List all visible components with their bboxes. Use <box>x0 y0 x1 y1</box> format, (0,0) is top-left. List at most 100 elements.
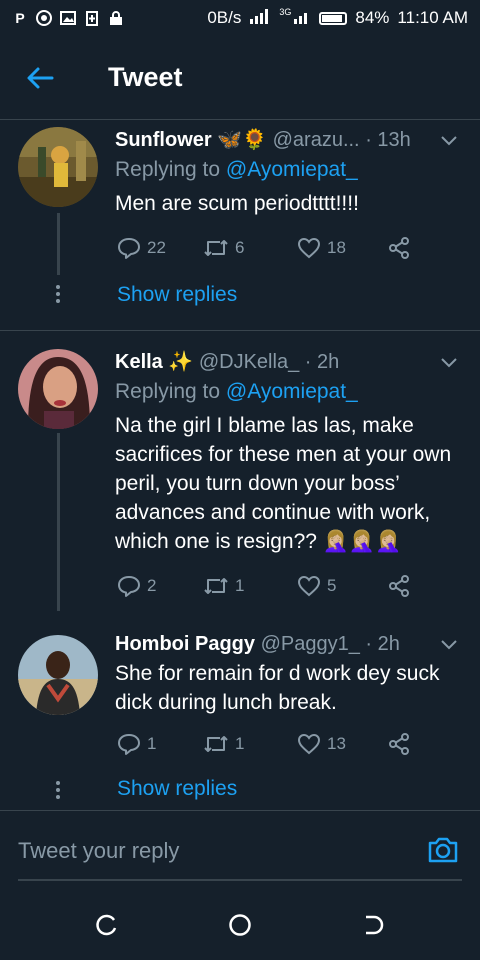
like-count: 13 <box>327 734 346 753</box>
avatar[interactable] <box>18 635 98 715</box>
network-type: 3G <box>279 7 292 17</box>
retweet-count: 1 <box>235 734 245 753</box>
display-name[interactable]: Kella <box>115 351 163 373</box>
reply-count: 22 <box>147 238 166 257</box>
like-button[interactable]: 5 <box>297 575 336 597</box>
replying-to-label: Replying to <box>115 380 221 403</box>
avatar[interactable] <box>18 349 98 429</box>
user-handle[interactable]: @DJKella_ <box>199 351 299 373</box>
thread-dots <box>56 285 61 306</box>
reply-count: 1 <box>147 734 157 753</box>
tweet-header: Homboi Paggy @Paggy1_ · 2h <box>115 629 460 659</box>
p-icon: P <box>15 10 25 26</box>
tweet-actions: 22 6 18 <box>115 233 425 263</box>
like-button[interactable]: 18 <box>297 237 346 259</box>
reply-input[interactable]: Tweet your reply <box>18 831 398 871</box>
like-count: 18 <box>327 238 346 257</box>
reply-button[interactable]: 1 <box>117 733 156 755</box>
name-emojis: ✨ <box>168 351 194 373</box>
page-title: Tweet <box>108 62 183 92</box>
tweet-body: Homboi Paggy @Paggy1_ · 2h She for remai… <box>115 629 460 717</box>
tweet-body: Kella ✨ @DJKella_ · 2h Replying to @Ayom… <box>115 347 460 556</box>
back-nav-icon[interactable] <box>360 912 386 938</box>
name-emojis: 🦋🌻 <box>217 129 268 151</box>
retweet-icon <box>204 578 228 594</box>
replying-to: Replying to @Ayomiepat_ <box>115 155 460 185</box>
tweet-text: She for remain for d work dey suck dick … <box>115 662 440 714</box>
user-handle[interactable]: @Paggy1_ <box>261 633 360 655</box>
replying-to-link[interactable]: @Ayomiepat_ <box>226 380 358 403</box>
top-app-bar: Tweet <box>0 36 480 120</box>
tweet-text: Na the girl I blame las las, make sacrif… <box>115 414 452 553</box>
chevron-down-icon[interactable] <box>440 353 458 371</box>
replying-to-label: Replying to <box>115 158 221 181</box>
battery-percent: 84% <box>355 8 390 27</box>
tweet-homboi-paggy[interactable]: Homboi Paggy @Paggy1_ · 2h She for remai… <box>0 621 480 809</box>
replying-to: Replying to @Ayomiepat_ <box>115 377 460 407</box>
user-handle[interactable]: @arazu... <box>273 129 360 151</box>
show-replies-link[interactable]: Show replies <box>117 777 237 801</box>
retweet-count: 1 <box>235 576 245 595</box>
reply-icon <box>118 238 140 259</box>
retweet-button[interactable]: 1 <box>203 575 244 597</box>
network-speed: 0B/s <box>207 8 242 27</box>
signal-icon <box>249 8 271 29</box>
heart-icon <box>297 733 321 755</box>
tweet-time: · 2h <box>304 351 340 373</box>
chrome-icon <box>36 10 52 26</box>
tweet-header: Kella ✨ @DJKella_ · 2h <box>115 347 460 377</box>
tweet-time: · 2h <box>365 633 400 655</box>
thread-line <box>57 213 60 275</box>
battery-icon <box>319 11 348 25</box>
retweet-icon <box>204 240 228 256</box>
reply-input-underline <box>18 879 462 881</box>
tweet-sunflower[interactable]: Sunflower 🦋🌻 @arazu... · 13h Replying to… <box>0 121 480 329</box>
tweet-actions: 2 1 5 <box>115 571 425 601</box>
reply-button[interactable]: 2 <box>117 575 156 597</box>
back-button[interactable] <box>0 36 80 120</box>
avatar[interactable] <box>18 127 98 207</box>
replying-to-link[interactable]: @Ayomiepat_ <box>226 158 358 181</box>
battery-saver-icon <box>84 10 100 26</box>
share-button[interactable] <box>387 732 411 756</box>
show-replies-link[interactable]: Show replies <box>117 283 237 307</box>
home-icon[interactable] <box>227 912 253 938</box>
share-button[interactable] <box>387 574 411 598</box>
share-button[interactable] <box>387 236 411 260</box>
reply-button[interactable]: 22 <box>117 237 166 259</box>
thread-dots <box>56 781 61 802</box>
recent-apps-icon[interactable] <box>94 912 120 938</box>
display-name[interactable]: Sunflower <box>115 129 212 151</box>
chevron-down-icon[interactable] <box>440 131 458 149</box>
display-name[interactable]: Homboi Paggy <box>115 633 255 655</box>
status-icons-left: P <box>12 10 124 26</box>
chevron-down-icon[interactable] <box>440 635 458 653</box>
signal-icon-2 <box>293 8 311 29</box>
heart-icon <box>297 237 321 259</box>
image-icon <box>60 10 76 26</box>
heart-icon <box>297 575 321 597</box>
tweet-body: Sunflower 🦋🌻 @arazu... · 13h Replying to… <box>115 125 460 218</box>
system-nav-bar <box>0 890 480 960</box>
tweet-kella[interactable]: Kella ✨ @DJKella_ · 2h Replying to @Ayom… <box>0 331 480 611</box>
retweet-count: 6 <box>235 238 245 257</box>
share-icon <box>389 237 409 259</box>
reply-icon <box>118 576 140 597</box>
retweet-button[interactable]: 1 <box>203 733 244 755</box>
retweet-button[interactable]: 6 <box>203 237 244 259</box>
reply-icon <box>118 734 140 755</box>
tweet-header: Sunflower 🦋🌻 @arazu... · 13h <box>115 125 460 155</box>
reply-composer: Tweet your reply <box>0 810 480 890</box>
reply-feed[interactable]: Sunflower 🦋🌻 @arazu... · 13h Replying to… <box>0 121 480 809</box>
reply-count: 2 <box>147 576 157 595</box>
like-count: 5 <box>327 576 337 595</box>
lock-icon <box>108 10 124 26</box>
share-icon <box>389 733 409 755</box>
tweet-time: · 13h <box>365 129 411 151</box>
share-icon <box>389 575 409 597</box>
camera-icon[interactable] <box>426 833 460 867</box>
tweet-text: Men are scum periodtttt!!!! <box>115 192 359 215</box>
clock: 11:10 AM <box>397 8 468 27</box>
thread-line <box>57 433 60 611</box>
like-button[interactable]: 13 <box>297 733 346 755</box>
